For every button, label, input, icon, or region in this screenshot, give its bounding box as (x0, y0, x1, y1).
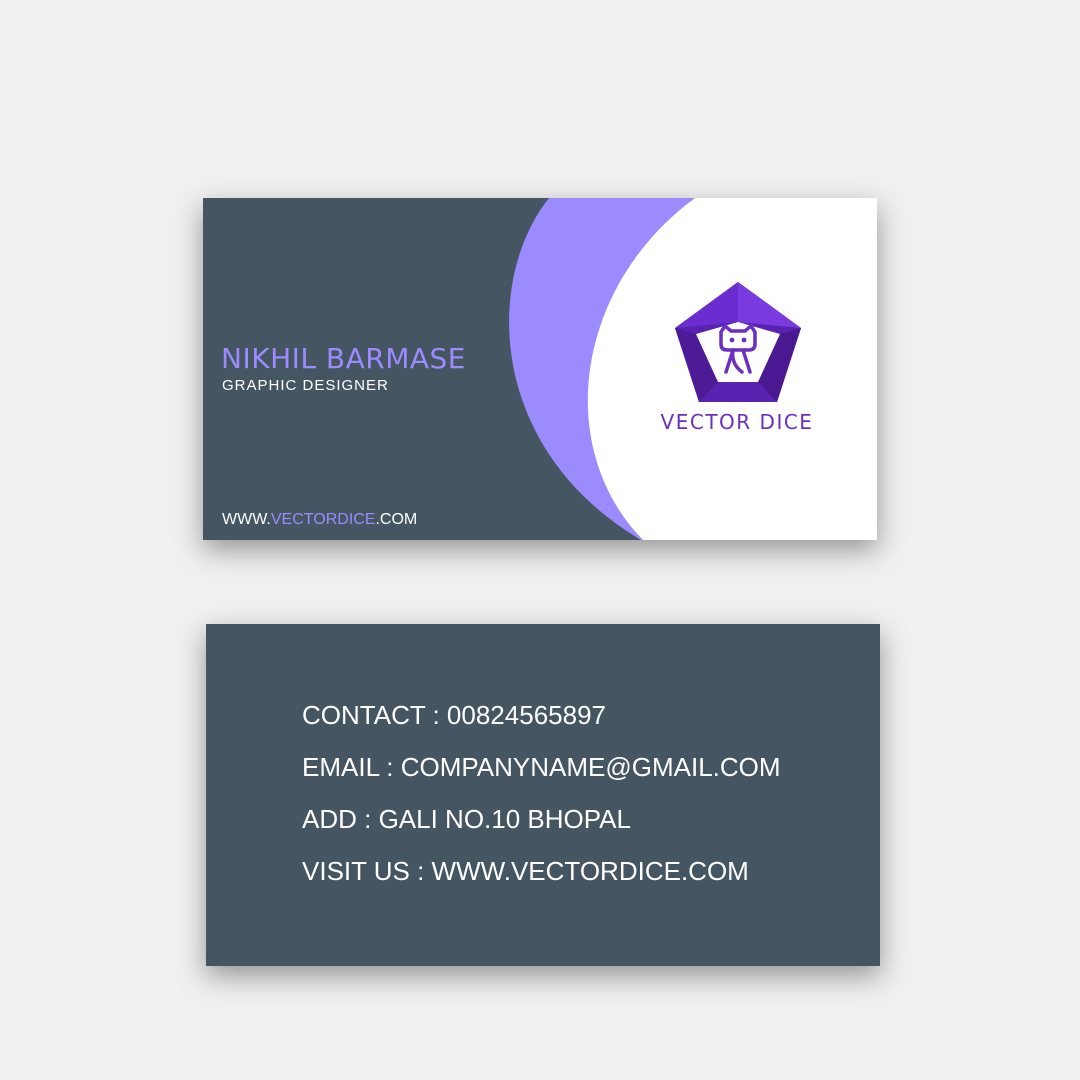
contact-email: EMAIL : COMPANYNAME@GMAIL.COM (302, 752, 781, 782)
job-title: GRAPHIC DESIGNER (222, 377, 389, 394)
business-card-mockup: { "colors": { "background": "#f0f0f0", "… (0, 0, 1080, 1080)
contact-details: CONTACT : 00824565897 EMAIL : COMPANYNAM… (302, 700, 781, 908)
pentagon-cat-logo-icon (675, 282, 801, 402)
contact-website: VISIT US : WWW.VECTORDICE.COM (302, 856, 749, 886)
website-prefix: WWW. (222, 511, 271, 528)
website-domain: VECTORDICE (270, 511, 376, 528)
website-suffix: .COM (375, 511, 418, 528)
brand-name: VECTOR DICE (660, 410, 814, 434)
person-name: NIKHIL BARMASE (221, 342, 466, 375)
website-link[interactable]: WWW.VECTORDICE.COM (222, 511, 417, 529)
contact-phone: CONTACT : 00824565897 (302, 700, 606, 730)
contact-address: ADD : GALI NO.10 BHOPAL (302, 804, 631, 834)
business-card-back: CONTACT : 00824565897 EMAIL : COMPANYNAM… (206, 624, 880, 966)
business-card-front: NIKHIL BARMASE GRAPHIC DESIGNER WWW.VECT… (203, 198, 877, 540)
